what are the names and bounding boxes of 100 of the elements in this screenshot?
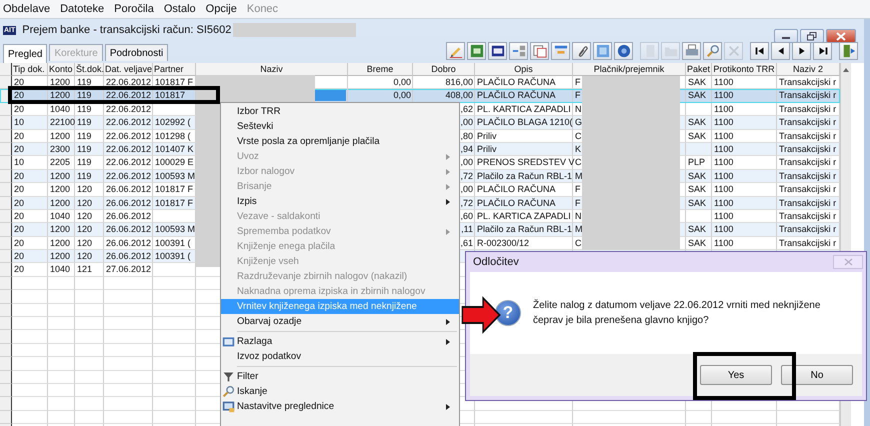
row-header[interactable] (0, 170, 12, 184)
table-cell: F (575, 184, 580, 194)
menu-item[interactable]: Filter (221, 369, 459, 384)
menu-bar-item[interactable]: Ostalo (164, 3, 196, 15)
table-cell: ,80 (460, 130, 473, 141)
row-header[interactable] (0, 102, 12, 116)
table-cell: Transakcijski r (779, 238, 836, 248)
table-cell: ,61 (460, 238, 473, 248)
table-cell: 20 (14, 130, 24, 141)
table-cell: 119 (77, 90, 92, 100)
menu-bar-item[interactable]: Obdelave (3, 3, 50, 15)
column-header[interactable]: Protikonto TRR (713, 64, 775, 74)
table-cell: M (575, 170, 582, 181)
row-header[interactable] (0, 183, 12, 197)
table-cell: 120 (77, 251, 92, 262)
menu-bar-item[interactable]: Poročila (114, 3, 154, 15)
table-cell: N (575, 210, 582, 221)
table-cell: Transakcijski r (779, 90, 836, 100)
table-cell: 2205 (50, 157, 70, 168)
menu-item[interactable]: Vrste posla za opremljanje plačila (221, 134, 459, 149)
focused-cell[interactable] (315, 90, 346, 102)
toolbar-button[interactable] (488, 42, 507, 60)
table-cell: 26.06.2012 (106, 184, 152, 194)
row-header[interactable] (0, 156, 12, 170)
table-cell: PLP (688, 157, 706, 168)
table-cell: 20 (14, 170, 24, 181)
printer-icon (684, 44, 698, 58)
table-cell: 100391 ( (155, 251, 191, 262)
row-header[interactable] (0, 210, 12, 224)
row-header[interactable] (0, 263, 12, 277)
column-header[interactable]: Konto (49, 64, 73, 74)
close-button[interactable] (826, 29, 856, 43)
row-header[interactable] (0, 116, 12, 130)
menu-item[interactable]: Seštevki (221, 119, 459, 134)
dialog-title: Odločitev (473, 256, 519, 268)
table-cell: SAK (688, 238, 706, 248)
table-cell: 100029 E (155, 157, 194, 168)
toolbar-button[interactable] (750, 42, 769, 60)
menu-bar-item[interactable]: Opcije (206, 3, 237, 15)
toolbar-button[interactable] (572, 42, 591, 60)
table-cell: 10 (14, 157, 24, 168)
table-cell: Plačilo za Račun RBL-1 (477, 170, 572, 181)
tab[interactable]: Podrobnosti (104, 44, 168, 61)
column-header[interactable]: Tip dok. (13, 64, 45, 74)
menu-item[interactable]: Izbor TRR (221, 104, 459, 119)
row-header[interactable] (0, 223, 12, 237)
table-cell: 101407 K (155, 144, 194, 154)
column-header[interactable]: Plačnik/prejemnik (594, 64, 664, 74)
column-header[interactable]: Paket (686, 64, 710, 74)
column-header[interactable]: Breme (366, 64, 394, 74)
table-cell: Transakcijski r (779, 144, 836, 154)
minimize-button[interactable] (774, 29, 798, 43)
dialog-button[interactable]: No (781, 365, 853, 385)
menu-item[interactable]: Iskanje (221, 384, 459, 399)
column-header[interactable]: Opis (514, 64, 533, 74)
table-cell: C (575, 130, 582, 141)
row-header[interactable] (0, 142, 12, 156)
table-cell: SAK (688, 198, 706, 208)
column-header[interactable]: Dat. veljave (105, 64, 152, 74)
table-cell: SAK (688, 117, 706, 128)
restore-button[interactable] (800, 29, 824, 43)
table-cell: 1040 (50, 210, 70, 221)
table-cell: 1200 (50, 170, 70, 181)
table-cell: ,00 (460, 157, 473, 168)
table-cell: PLAČILO RAČUNA (477, 184, 556, 194)
toolbar-button[interactable] (813, 42, 832, 60)
table-cell: 120 (77, 210, 92, 221)
toolbar-button[interactable] (792, 42, 811, 60)
row-header[interactable] (0, 196, 12, 210)
column-header[interactable]: Naziv 2 (792, 64, 823, 74)
tab[interactable]: Pregled (3, 44, 48, 63)
table-cell: 119 (77, 104, 92, 114)
toolbar-button[interactable] (771, 42, 790, 60)
table-cell: Transakcijski r (779, 170, 836, 181)
column-header[interactable]: Dobro (431, 64, 456, 74)
menu-item[interactable]: Razlaga (221, 334, 459, 349)
table-cell: 1200 (50, 251, 70, 262)
column-header[interactable]: Partner (154, 64, 184, 74)
row-header[interactable] (0, 250, 12, 264)
table-cell: ,60 (460, 210, 473, 221)
menu-item[interactable]: Izpis (221, 194, 459, 209)
column-header[interactable]: Št.dok. (76, 64, 104, 74)
menu-item[interactable]: Nastavitve preglednice (221, 399, 459, 414)
row-header[interactable] (0, 130, 12, 143)
menu-item[interactable]: Obarvaj ozadje (221, 314, 459, 329)
dialog-button[interactable]: Yes (700, 365, 772, 385)
table-cell: Transakcijski r (779, 198, 836, 208)
row-header[interactable] (0, 236, 12, 250)
table-cell: Transakcijski r (779, 224, 836, 234)
column-header[interactable]: Naziv (260, 64, 283, 74)
table-cell: 20 (14, 251, 24, 262)
table-cell: R-002300/12 (477, 238, 530, 248)
table-cell: Transakcijski r (779, 117, 836, 128)
row-header[interactable] (0, 76, 12, 90)
question-icon: ? (495, 300, 521, 326)
table-cell: 100593 M (155, 224, 196, 234)
annotation-arrow (461, 296, 501, 334)
menu-item[interactable]: Izvoz podatkov (221, 349, 459, 364)
table-cell: 20 (14, 238, 24, 248)
menu-bar-item[interactable]: Datoteke (60, 3, 104, 15)
